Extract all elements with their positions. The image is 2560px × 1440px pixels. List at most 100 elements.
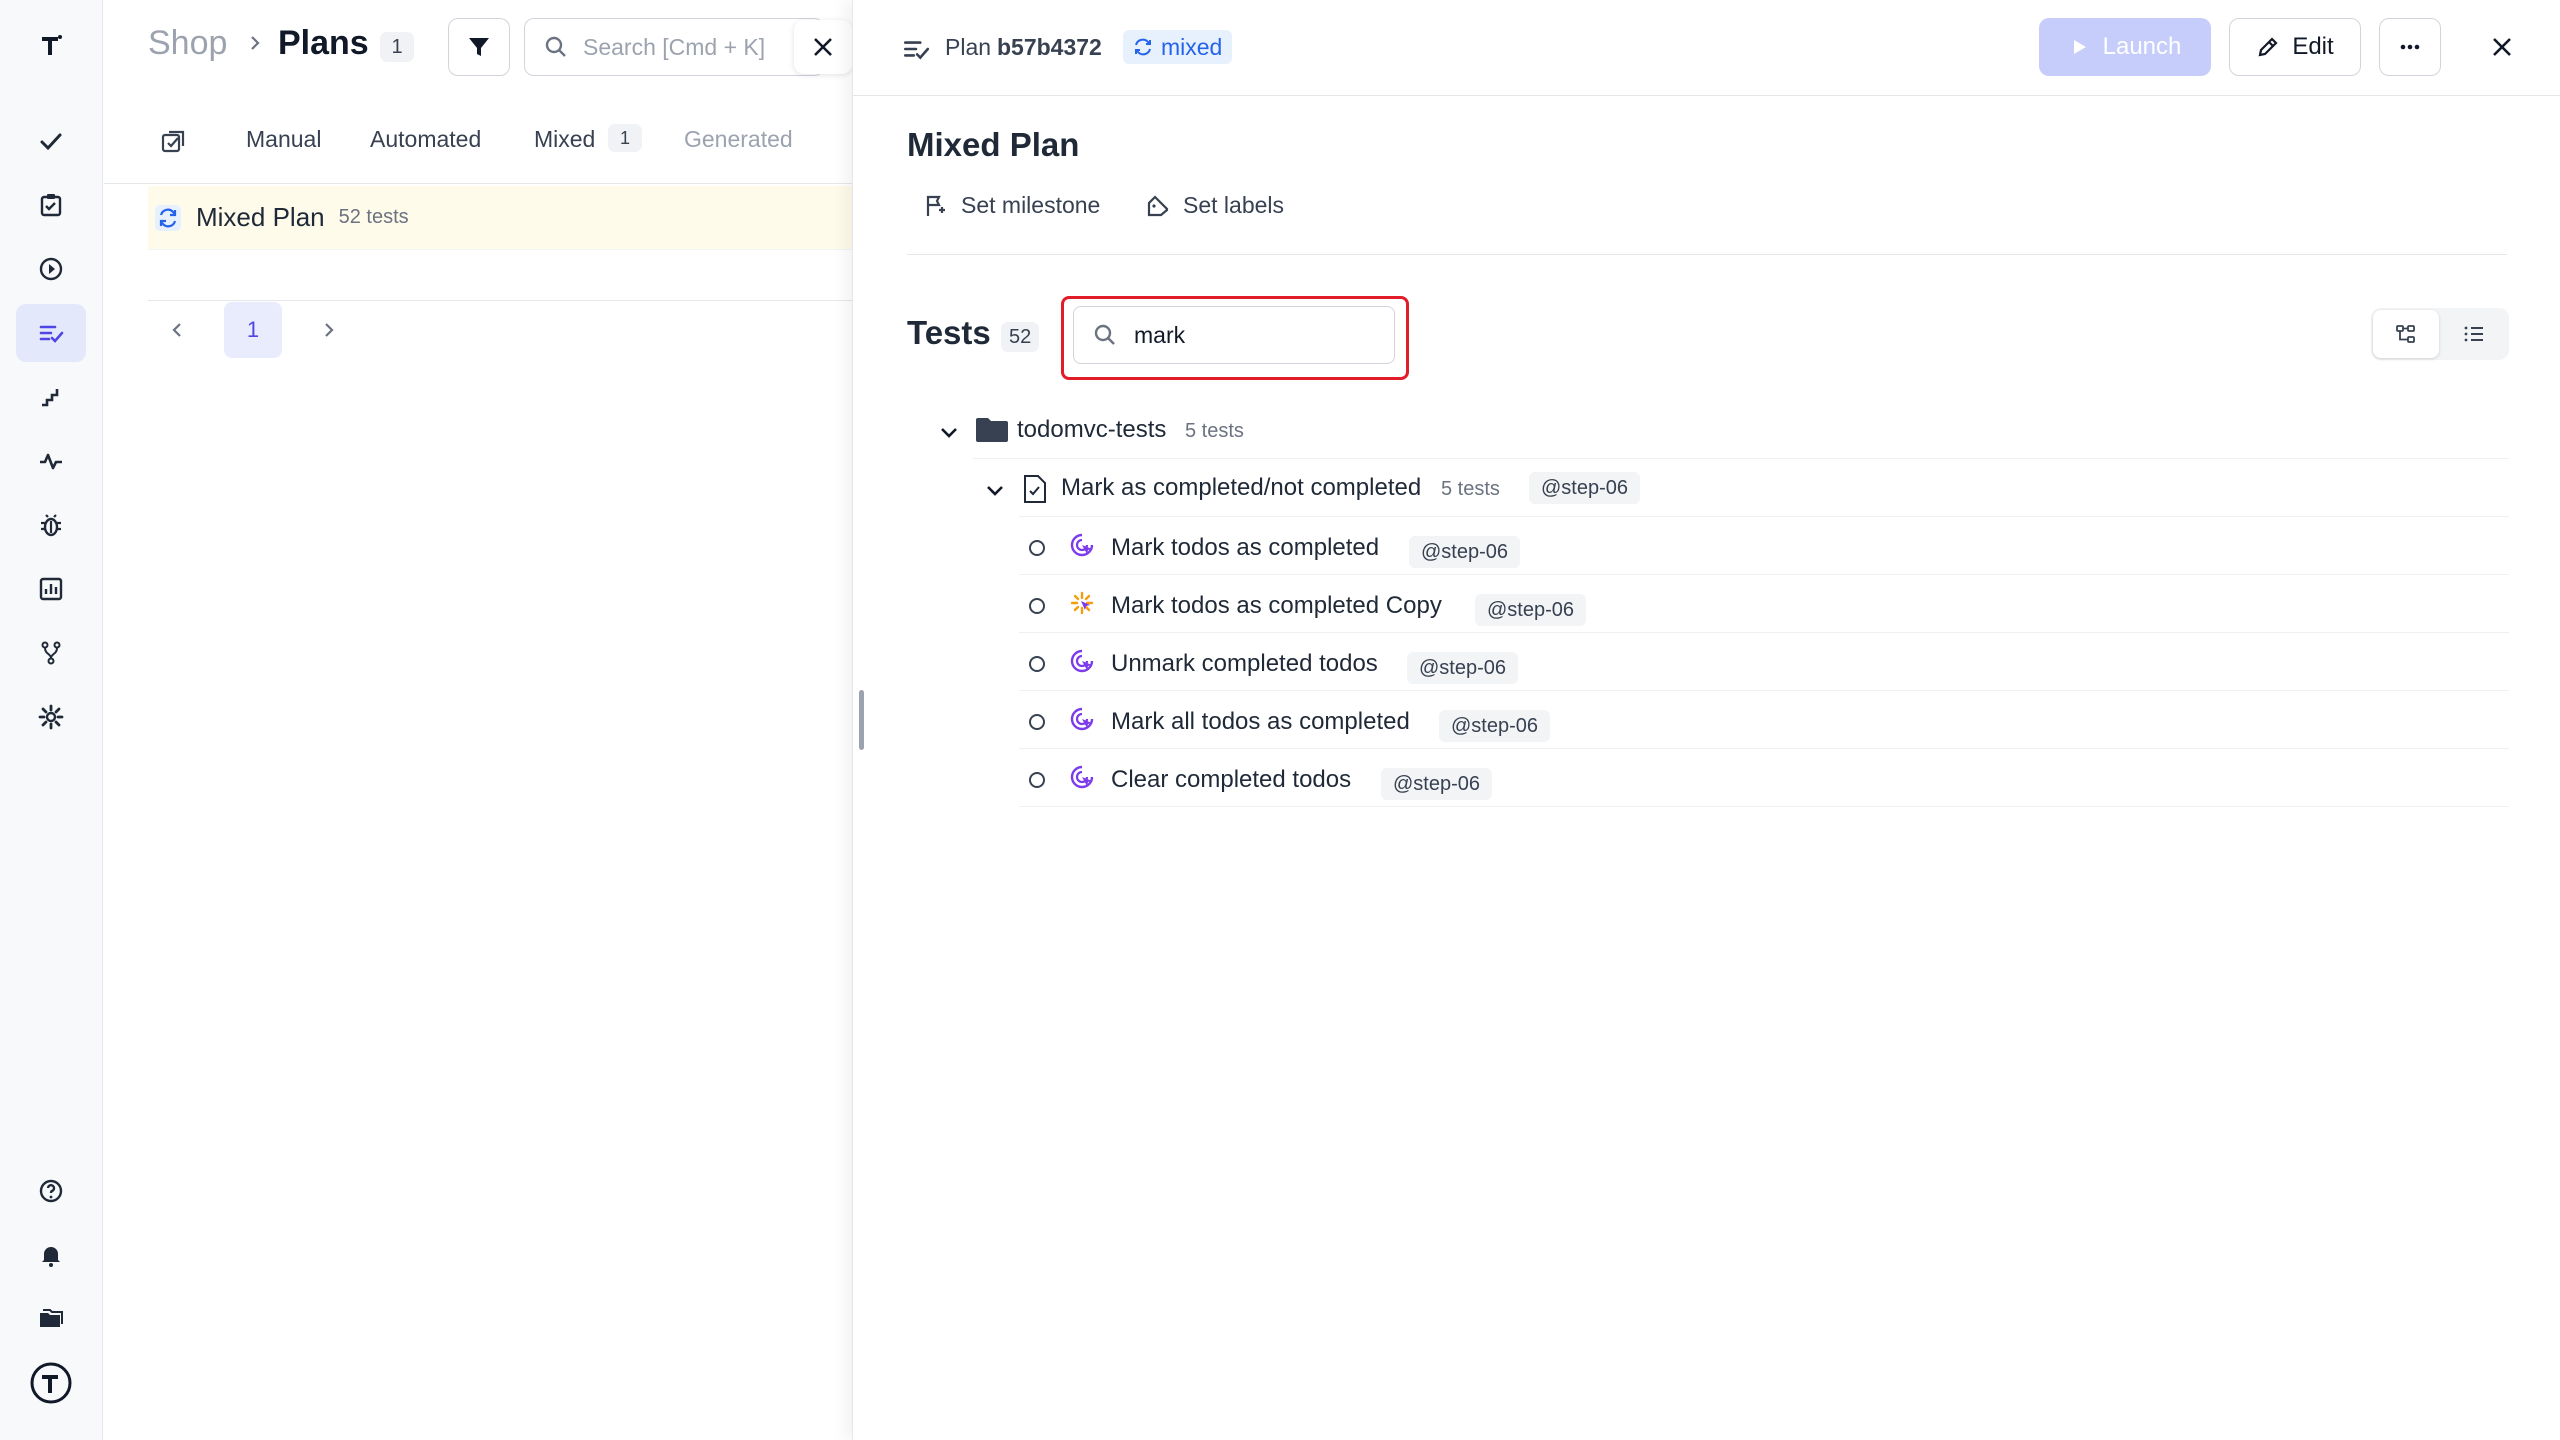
folder-row[interactable]: todomvc-tests 5 tests: [853, 402, 2560, 459]
tests-search[interactable]: [1073, 306, 1395, 364]
edit-button[interactable]: Edit: [2229, 18, 2361, 76]
set-milestone-label: Set milestone: [961, 192, 1101, 218]
row-divider: [1019, 574, 2509, 575]
test-select-radio[interactable]: [1029, 656, 1045, 672]
test-select-radio[interactable]: [1029, 540, 1045, 556]
test-row[interactable]: Mark all todos as completed @step-06: [853, 692, 2560, 749]
test-row[interactable]: Mark todos as completed @step-06: [853, 518, 2560, 575]
rail-steps-button[interactable]: [16, 368, 86, 426]
flag-icon: [926, 195, 945, 216]
list-view-icon: [2464, 326, 2483, 342]
tree-view-icon: [2396, 325, 2415, 343]
close-panel-button[interactable]: [2483, 28, 2521, 66]
rail-branches-button[interactable]: [16, 624, 86, 682]
tab-manual[interactable]: Manual: [246, 126, 321, 153]
tests-search-input[interactable]: [1134, 321, 1374, 349]
help-icon: [39, 1179, 63, 1203]
rail-plans-button[interactable]: [16, 304, 86, 362]
automated-test-icon: [1070, 649, 1094, 673]
automated-test-icon: [1070, 765, 1094, 789]
test-select-radio[interactable]: [1029, 714, 1045, 730]
tab-mixed[interactable]: Mixed: [534, 126, 595, 153]
chevron-right-icon: [325, 323, 334, 337]
test-tag[interactable]: @step-06: [1439, 710, 1551, 742]
branch-icon: [41, 641, 61, 665]
plan-name: Mixed Plan: [196, 202, 325, 232]
rail-help-button[interactable]: [16, 1162, 86, 1220]
test-tag[interactable]: @step-06: [1407, 652, 1519, 684]
rail-tests-button[interactable]: [16, 112, 86, 170]
tab-automated[interactable]: Automated: [370, 126, 481, 153]
launch-button[interactable]: Launch: [2039, 18, 2211, 76]
edit-label: Edit: [2292, 33, 2334, 60]
pulse-icon: [40, 453, 62, 470]
app-logo[interactable]: [16, 16, 86, 74]
search-icon: [545, 36, 566, 57]
pencil-icon: [2258, 37, 2278, 57]
mixed-plan-icon: [155, 204, 181, 231]
chevron-down-icon[interactable]: [937, 420, 961, 444]
test-row[interactable]: Unmark completed todos @step-06: [853, 634, 2560, 691]
test-name: Mark todos as completed: [1111, 534, 1380, 561]
page-title: Plans: [278, 24, 369, 62]
pagination-page-button[interactable]: 1: [224, 302, 282, 358]
rail-analytics-button[interactable]: [16, 560, 86, 618]
logo-icon: [30, 1362, 72, 1404]
automated-test-icon: [1070, 533, 1094, 557]
test-tag[interactable]: @step-06: [1381, 768, 1493, 800]
chevron-down-icon[interactable]: [983, 478, 1007, 502]
automated-test-icon: [1070, 707, 1094, 731]
pagination-prev-button[interactable]: [148, 302, 206, 358]
filter-button[interactable]: [448, 18, 510, 76]
pagination-divider: [148, 300, 852, 301]
chevron-left-icon: [172, 323, 181, 337]
plans-icon: [904, 41, 930, 60]
rail-account-button[interactable]: [16, 1354, 86, 1412]
tests-count-badge: 52: [1001, 322, 1040, 352]
close-search-button[interactable]: [794, 20, 852, 74]
test-select-radio[interactable]: [1029, 598, 1045, 614]
test-tag[interactable]: @step-06: [1409, 536, 1521, 568]
rail-defects-button[interactable]: [16, 496, 86, 554]
tab-generated[interactable]: Generated: [684, 126, 793, 153]
plan-type-badge: mixed: [1123, 30, 1233, 64]
row-divider: [1019, 690, 2509, 691]
plan-label: Plan: [945, 34, 992, 60]
folder-name: todomvc-tests: [1017, 416, 1167, 443]
plans-search[interactable]: [524, 18, 824, 76]
test-row[interactable]: Mark todos as completed Copy @step-06: [853, 576, 2560, 633]
suite-row[interactable]: Mark as completed/not completed 5 tests …: [853, 460, 2560, 517]
list-view-button[interactable]: [2441, 310, 2507, 358]
suite-tag[interactable]: @step-06: [1529, 472, 1641, 504]
rail-pulse-button[interactable]: [16, 432, 86, 490]
tree-view-button[interactable]: [2373, 310, 2439, 358]
rail-settings-button[interactable]: [16, 688, 86, 746]
test-select-radio[interactable]: [1029, 772, 1045, 788]
rail-runs-button[interactable]: [16, 240, 86, 298]
test-name: Clear completed todos: [1111, 766, 1352, 793]
test-row[interactable]: Clear completed todos @step-06: [853, 750, 2560, 807]
view-toggle: [2371, 308, 2509, 360]
test-tag[interactable]: @step-06: [1475, 594, 1587, 626]
plan-id: b57b4372: [997, 34, 1102, 60]
pagination-next-button[interactable]: [300, 302, 358, 358]
suite-name: Mark as completed/not completed: [1061, 474, 1422, 501]
plan-list-item[interactable]: Mixed Plan 52 tests: [148, 186, 852, 250]
rail-notifications-button[interactable]: [16, 1226, 86, 1284]
folder-test-count: 5 tests: [1185, 420, 1244, 442]
folders-icon: [40, 1309, 63, 1327]
chevron-right-icon: [251, 36, 260, 50]
plans-search-input[interactable]: [583, 33, 803, 61]
plans-list-panel: Shop Plans 1 Manual Automated Mixed 1 Ge…: [104, 0, 852, 1440]
set-labels-button[interactable]: Set labels: [1145, 192, 1284, 219]
rail-projects-button[interactable]: [16, 1290, 86, 1348]
tab-mixed-count: 1: [608, 124, 642, 152]
select-all-button[interactable]: [160, 128, 188, 156]
clipboard-icon: [40, 194, 62, 217]
set-milestone-button[interactable]: Set milestone: [923, 192, 1100, 219]
check-icon: [40, 133, 62, 151]
more-actions-button[interactable]: [2379, 18, 2441, 76]
breadcrumb-project[interactable]: Shop: [148, 24, 227, 63]
rail-requirements-button[interactable]: [16, 176, 86, 234]
play-icon: [2073, 40, 2086, 54]
